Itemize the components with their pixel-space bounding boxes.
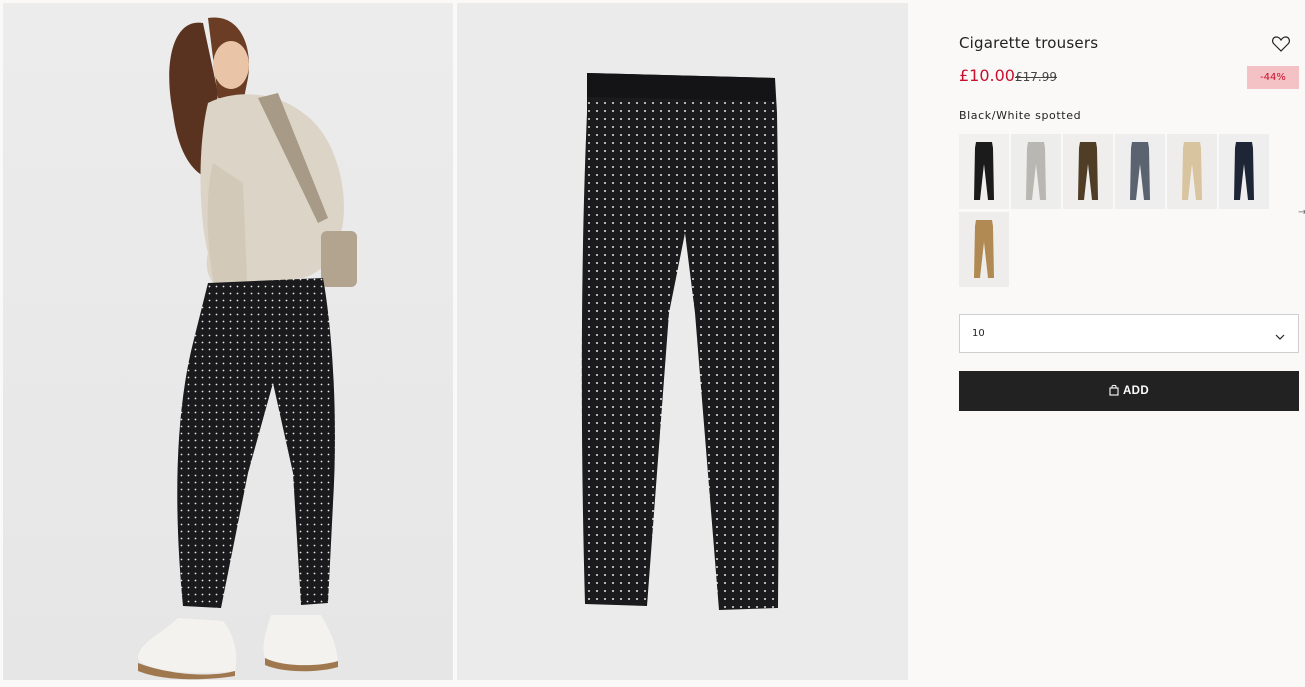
trousers-thumbnail: [1026, 142, 1046, 200]
product-photo[interactable]: [457, 3, 908, 680]
trousers-thumbnail: [1078, 142, 1098, 200]
color-swatch[interactable]: [1063, 134, 1113, 209]
trousers-thumbnail: [1182, 142, 1202, 200]
selected-color-label: Black/White spotted: [959, 109, 1082, 122]
color-swatch[interactable]: [1011, 134, 1061, 209]
add-button-label: ADD: [1122, 385, 1150, 397]
color-swatch[interactable]: [959, 134, 1009, 209]
shopping-bag-icon: [1109, 373, 1119, 413]
size-dropdown[interactable]: 10: [959, 314, 1299, 353]
model-photo[interactable]: [3, 3, 453, 680]
size-selected-value: 10: [972, 328, 985, 339]
next-arrow-icon[interactable]: →: [1298, 207, 1305, 217]
model-illustration: [138, 17, 357, 680]
trousers-thumbnail: [1130, 142, 1150, 200]
sale-price: £10.00: [959, 66, 1015, 85]
trousers-thumbnail: [1234, 142, 1254, 200]
color-swatch[interactable]: [959, 212, 1009, 287]
add-to-bag-button[interactable]: ADD: [959, 371, 1299, 411]
color-swatch[interactable]: [1219, 134, 1269, 209]
chevron-down-icon: [1274, 328, 1286, 340]
discount-badge: -44%: [1247, 66, 1299, 89]
original-price: £17.99: [1015, 70, 1057, 84]
product-title: Cigarette trousers: [959, 34, 1099, 52]
color-swatch[interactable]: [1115, 134, 1165, 209]
heart-icon[interactable]: [1271, 34, 1291, 54]
trousers-thumbnail: [974, 220, 994, 278]
color-swatch[interactable]: [1167, 134, 1217, 209]
trousers-illustration: [581, 73, 780, 610]
trousers-thumbnail: [974, 142, 994, 200]
